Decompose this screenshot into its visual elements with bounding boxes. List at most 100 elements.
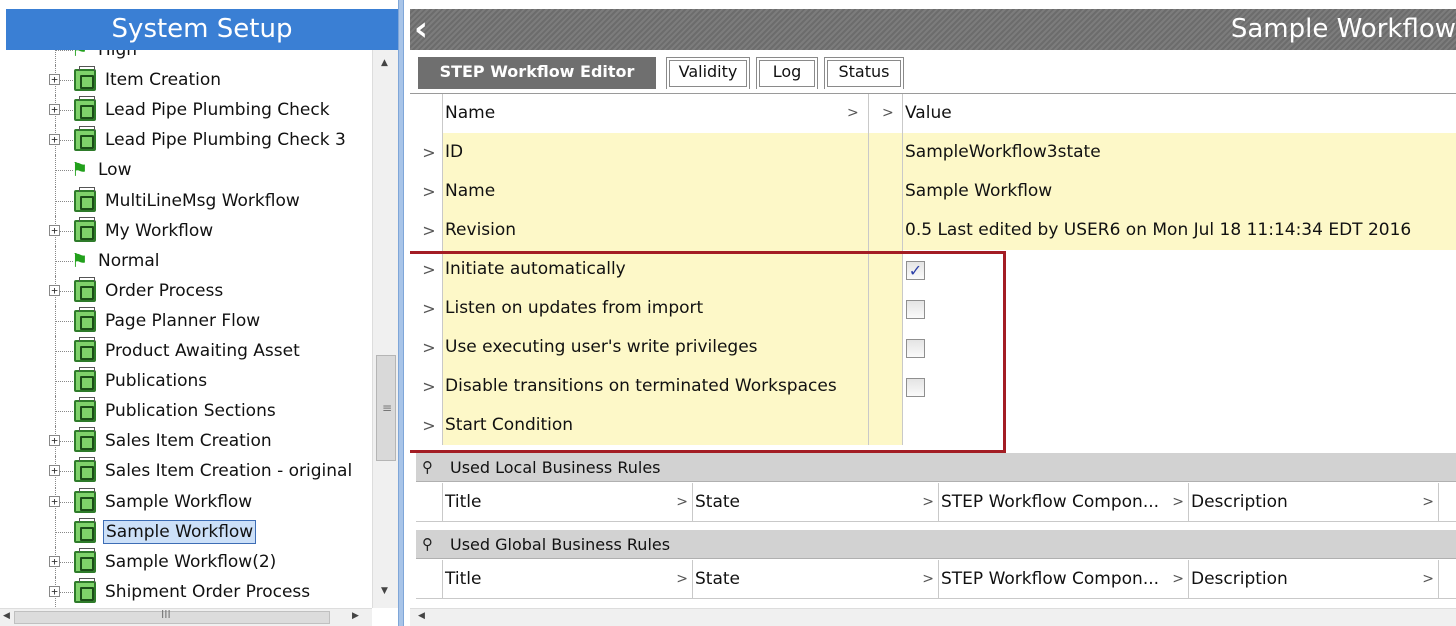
tree-item[interactable]: Product Awaiting Asset — [0, 336, 372, 366]
expand-icon[interactable]: + — [49, 495, 60, 507]
property-value[interactable] — [903, 406, 1456, 445]
scroll-left-icon[interactable]: ◀ — [3, 611, 10, 621]
property-name: Disable transitions on terminated Worksp… — [443, 367, 869, 406]
scroll-left-icon[interactable]: ◀ — [418, 611, 425, 621]
column-description[interactable]: Description > — [1189, 483, 1439, 522]
chevron-right-icon[interactable]: > — [416, 211, 443, 250]
chevron-right-icon[interactable]: > — [416, 133, 443, 172]
property-row[interactable]: > Start Condition — [416, 406, 1456, 445]
chevron-right-icon[interactable]: > — [416, 172, 443, 211]
property-value[interactable]: Sample Workflow — [903, 172, 1456, 211]
expand-icon[interactable]: + — [49, 555, 60, 567]
tree-item[interactable]: Publication Sections — [0, 396, 372, 427]
column-title[interactable]: Title > — [443, 483, 693, 522]
expand-icon[interactable]: + — [49, 284, 60, 296]
scroll-thumb[interactable]: ≡ — [376, 355, 396, 461]
detail-title: Sample Workflow — [1230, 14, 1456, 44]
property-row[interactable]: > Use executing user's write privileges — [416, 328, 1456, 367]
name-column-header[interactable]: Name — [443, 94, 869, 133]
chevron-right-icon[interactable]: > — [416, 406, 443, 445]
tree-item[interactable]: + Lead Pipe Plumbing Check — [0, 95, 372, 126]
tree-item[interactable]: + Lead Pipe Plumbing Check 3 — [0, 125, 372, 156]
tab-log[interactable]: Log — [756, 57, 818, 89]
checkbox[interactable] — [906, 300, 925, 319]
property-value[interactable]: SampleWorkflow3state — [903, 133, 1456, 172]
flag-icon: ⚑ — [71, 50, 89, 61]
tree-item[interactable]: + Order Process — [0, 275, 372, 306]
scroll-up-icon[interactable]: ▲ — [381, 58, 388, 68]
tree-item-label: Sample Workflow(2) — [105, 551, 277, 572]
tree-item[interactable]: Publications — [0, 366, 372, 397]
checkbox[interactable]: ✓ — [906, 261, 925, 280]
tree-item[interactable]: Page Planner Flow — [0, 305, 372, 336]
chevron-right-icon[interactable]: > — [416, 367, 443, 406]
expand-icon[interactable]: + — [49, 224, 60, 236]
tab-strip: STEP Workflow Editor Validity Log Status — [410, 50, 1456, 94]
property-value — [903, 289, 1456, 328]
tree-item[interactable]: + Sales Item Creation — [0, 426, 372, 457]
tree-item[interactable]: ⚑ Normal — [0, 245, 372, 276]
tree-item[interactable]: ⚑ High — [0, 50, 372, 65]
column-title[interactable]: Title > — [443, 560, 693, 599]
scroll-thumb[interactable]: III — [14, 608, 330, 624]
property-value[interactable]: 0.5 Last edited by USER6 on Mon Jul 18 1… — [903, 211, 1456, 250]
tree-item[interactable]: + Shipment Order Process — [0, 576, 372, 607]
back-button[interactable]: ‹ — [414, 9, 444, 50]
column-workflow-component[interactable]: STEP Workflow Compon... > — [939, 483, 1189, 522]
tree-item[interactable]: + Item Creation — [0, 65, 372, 96]
tree-item-label: Low — [98, 160, 132, 181]
chevron-right-icon[interactable]: > — [416, 250, 443, 289]
property-row[interactable]: > Initiate automatically ✓ — [416, 250, 1456, 289]
tree-item[interactable]: + My Workflow — [0, 215, 372, 246]
tree-item[interactable]: + Sample Workflow(2) — [0, 546, 372, 577]
tree-item[interactable]: ⚑ Low — [0, 155, 372, 186]
tree-item-label: Sales Item Creation — [105, 431, 272, 452]
expand-icon[interactable]: + — [49, 74, 60, 86]
checkbox[interactable] — [906, 378, 925, 397]
property-row[interactable]: > Listen on updates from import — [416, 289, 1456, 328]
workflow-icon — [74, 216, 96, 242]
scroll-right-icon[interactable]: ▶ — [352, 611, 359, 621]
chevron-right-icon[interactable]: > — [416, 328, 443, 367]
tab-step-workflow-editor[interactable]: STEP Workflow Editor — [418, 57, 656, 89]
expand-icon[interactable]: + — [49, 585, 60, 597]
workflow-icon — [74, 517, 96, 543]
local-rules-header[interactable]: ⚲ Used Local Business Rules — [416, 453, 1456, 482]
workflow-icon — [74, 96, 96, 122]
expand-icon[interactable]: + — [49, 465, 60, 477]
pin-icon[interactable]: ⚲ — [422, 453, 433, 482]
editor-horizontal-scrollbar[interactable]: ◀ — [410, 608, 1456, 626]
property-row[interactable]: > Name Sample Workflow — [416, 172, 1456, 211]
workflow-icon — [74, 577, 96, 603]
property-row[interactable]: > Revision 0.5 Last edited by USER6 on Mon… — [416, 211, 1456, 250]
workflow-tree: ⚑ High + Item Creation + Lead Pipe Plumbing C… — [0, 50, 372, 608]
expand-icon[interactable]: + — [49, 435, 60, 447]
property-row[interactable]: > ID SampleWorkflow3state — [416, 133, 1456, 172]
value-column-header[interactable]: Value — [903, 94, 1456, 133]
tree-vertical-scrollbar[interactable]: ▲ ≡ ▼ — [372, 50, 398, 608]
workflow-editor: Name > > Value > ID SampleWorkflow3state > N… — [410, 94, 1456, 608]
tree-item[interactable]: + Sample Workflow — [0, 486, 372, 517]
property-value — [903, 367, 1456, 406]
tree-item[interactable]: Sample Workflow — [0, 516, 372, 547]
property-name: Listen on updates from import — [443, 289, 869, 328]
global-rules-header[interactable]: ⚲ Used Global Business Rules — [416, 530, 1456, 559]
tree-item[interactable]: + Sales Item Creation - original — [0, 456, 372, 487]
grip-icon: III — [161, 608, 171, 621]
tab-status[interactable]: Status — [824, 57, 904, 89]
column-state[interactable]: State > — [693, 560, 939, 599]
checkbox[interactable] — [906, 339, 925, 358]
column-description[interactable]: Description > — [1189, 560, 1439, 599]
expand-icon[interactable]: + — [49, 104, 60, 116]
scroll-down-icon[interactable]: ▼ — [381, 586, 388, 596]
tree-item-label: Publication Sections — [105, 401, 276, 422]
pin-icon[interactable]: ⚲ — [422, 530, 433, 559]
tree-horizontal-scrollbar[interactable]: ◀ III ▶ — [0, 608, 372, 626]
column-workflow-component[interactable]: STEP Workflow Compon... > — [939, 560, 1189, 599]
expand-icon[interactable]: + — [49, 134, 60, 146]
chevron-right-icon[interactable]: > — [416, 289, 443, 328]
property-row[interactable]: > Disable transitions on terminated Works… — [416, 367, 1456, 406]
tab-validity[interactable]: Validity — [666, 57, 750, 89]
tree-item[interactable]: MultiLineMsg Workflow — [0, 185, 372, 216]
column-state[interactable]: State > — [693, 483, 939, 522]
